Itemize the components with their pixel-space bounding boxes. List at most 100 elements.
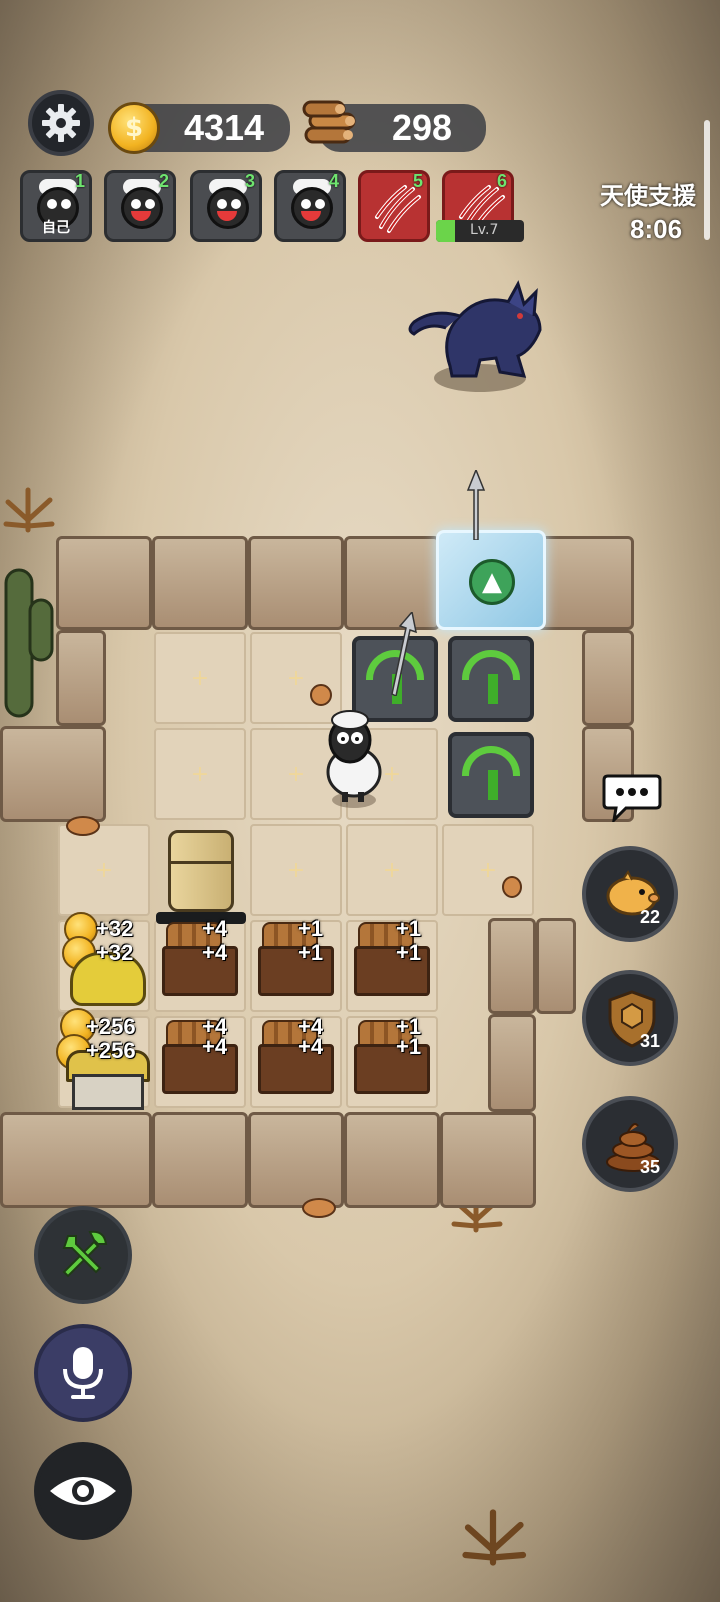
player-number: 1 bbox=[74, 171, 85, 191]
wrench-hammer-icon bbox=[62, 1230, 108, 1278]
floor-tile[interactable]: + bbox=[346, 824, 438, 916]
dry-plant-decor bbox=[3, 487, 55, 533]
crossbow-turret[interactable] bbox=[448, 636, 534, 722]
chat-bubble-icon bbox=[602, 774, 662, 825]
lumber-crate[interactable] bbox=[254, 918, 338, 998]
shield-button[interactable]: 31 bbox=[582, 970, 678, 1066]
wall-block bbox=[344, 1112, 440, 1208]
gain-text: +4 bbox=[202, 940, 228, 965]
sheep-player[interactable] bbox=[312, 704, 392, 810]
player-card-3[interactable]: 3 bbox=[190, 170, 262, 242]
fridge-building[interactable] bbox=[168, 830, 234, 912]
sheep-icon bbox=[121, 187, 163, 229]
sheep-eye bbox=[315, 199, 325, 209]
empty-slot-plus: + bbox=[190, 666, 210, 691]
gain-text: +256 bbox=[86, 1038, 136, 1063]
floor-tile[interactable]: + bbox=[442, 824, 534, 916]
sheep-icon bbox=[207, 187, 249, 229]
settings-button[interactable] bbox=[28, 90, 94, 156]
pebble-decor bbox=[66, 816, 100, 836]
microphone-icon bbox=[63, 1347, 103, 1399]
player-card-2[interactable]: 2 bbox=[104, 170, 176, 242]
wall-block bbox=[56, 630, 106, 726]
wall-block bbox=[248, 536, 344, 630]
upgrade-arrow-icon[interactable]: ▲ bbox=[469, 559, 515, 605]
sheep-eye bbox=[47, 199, 57, 209]
gain-text: +32 bbox=[96, 940, 134, 965]
gain-text: +4 bbox=[202, 1034, 228, 1059]
lumber-crate[interactable] bbox=[158, 1016, 242, 1096]
player-card-4[interactable]: 4 bbox=[274, 170, 346, 242]
gain-text: +1 bbox=[396, 916, 422, 941]
pebble-decor bbox=[302, 1198, 336, 1218]
player-self-label: 自己 bbox=[42, 220, 70, 236]
angel-support-title: 天使支援 bbox=[600, 182, 696, 210]
wall-block bbox=[536, 536, 634, 630]
wall-block bbox=[488, 1014, 536, 1112]
player-number: 6 bbox=[496, 171, 507, 191]
sheep-eye bbox=[231, 199, 241, 209]
floor-tile[interactable]: + bbox=[154, 632, 246, 724]
gain-text: +1 bbox=[298, 940, 324, 965]
build-tools-button[interactable] bbox=[34, 1206, 132, 1304]
angel-support-timer: 8:06 bbox=[630, 214, 683, 244]
lumber-crate[interactable] bbox=[350, 1016, 434, 1096]
gain-text: +1 bbox=[396, 1034, 422, 1059]
werewolf-enemy[interactable] bbox=[400, 276, 560, 398]
lumber-crate[interactable] bbox=[158, 918, 242, 998]
frozen-gate[interactable]: ▲ bbox=[436, 530, 546, 630]
wall-block bbox=[152, 1112, 248, 1208]
gain-text: +4 bbox=[202, 916, 228, 941]
player-number: 3 bbox=[244, 171, 255, 191]
gold-value: 4314 bbox=[183, 107, 265, 148]
arrow-projectile bbox=[391, 612, 417, 696]
gain-text: +256 bbox=[86, 1014, 136, 1039]
shield-count: 31 bbox=[639, 1031, 660, 1051]
chat-button[interactable] bbox=[602, 770, 662, 825]
wall-block bbox=[0, 1112, 152, 1208]
floor-tile[interactable]: + bbox=[58, 824, 150, 916]
empty-slot-plus: + bbox=[94, 858, 114, 883]
lumber-crate[interactable] bbox=[350, 918, 434, 998]
wood-logs-icon bbox=[302, 100, 356, 144]
crossbow-turret[interactable] bbox=[448, 732, 534, 818]
sheep-eye bbox=[131, 199, 141, 209]
empty-slot-plus: + bbox=[190, 762, 210, 787]
poop-button[interactable]: 35 bbox=[582, 1096, 678, 1192]
cactus-decor bbox=[4, 568, 54, 718]
gear-icon bbox=[42, 104, 80, 142]
wall-block bbox=[582, 630, 634, 726]
wall-block bbox=[248, 1112, 344, 1208]
piggy-bank-button[interactable]: 22 bbox=[582, 846, 678, 942]
gain-text: +1 bbox=[396, 940, 422, 965]
pebble-decor bbox=[310, 684, 332, 706]
player-card-5[interactable]: 5 bbox=[358, 170, 430, 242]
enemy-health-bar: Lv.7 bbox=[436, 220, 524, 242]
floor-tile[interactable]: + bbox=[154, 728, 246, 820]
enemy-health-fill bbox=[436, 220, 456, 242]
wall-block bbox=[152, 536, 248, 630]
voice-button[interactable] bbox=[34, 1324, 132, 1422]
sheep-icon bbox=[291, 187, 333, 229]
player-card-1[interactable]: 1 自己 bbox=[20, 170, 92, 242]
eye-icon bbox=[50, 1477, 116, 1505]
pebble-decor bbox=[502, 876, 522, 898]
wall-block bbox=[440, 1112, 536, 1208]
player-number: 4 bbox=[328, 171, 339, 191]
turret-stem bbox=[488, 770, 498, 800]
sheep-eye bbox=[145, 199, 155, 209]
floor-tile[interactable]: + bbox=[250, 824, 342, 916]
empty-slot-plus: + bbox=[382, 858, 402, 883]
wall-block bbox=[0, 726, 106, 822]
player-number: 5 bbox=[412, 171, 423, 191]
wall-block bbox=[488, 918, 536, 1014]
turret-stem bbox=[488, 674, 498, 704]
lumber-crate[interactable] bbox=[254, 1016, 338, 1096]
player-number: 2 bbox=[158, 171, 169, 191]
house-body bbox=[72, 1074, 144, 1110]
view-button[interactable] bbox=[34, 1442, 132, 1540]
poop-count: 35 bbox=[639, 1157, 660, 1177]
gain-text: +1 bbox=[298, 916, 324, 941]
empty-slot-plus: + bbox=[286, 858, 306, 883]
wall-block bbox=[536, 918, 576, 1014]
